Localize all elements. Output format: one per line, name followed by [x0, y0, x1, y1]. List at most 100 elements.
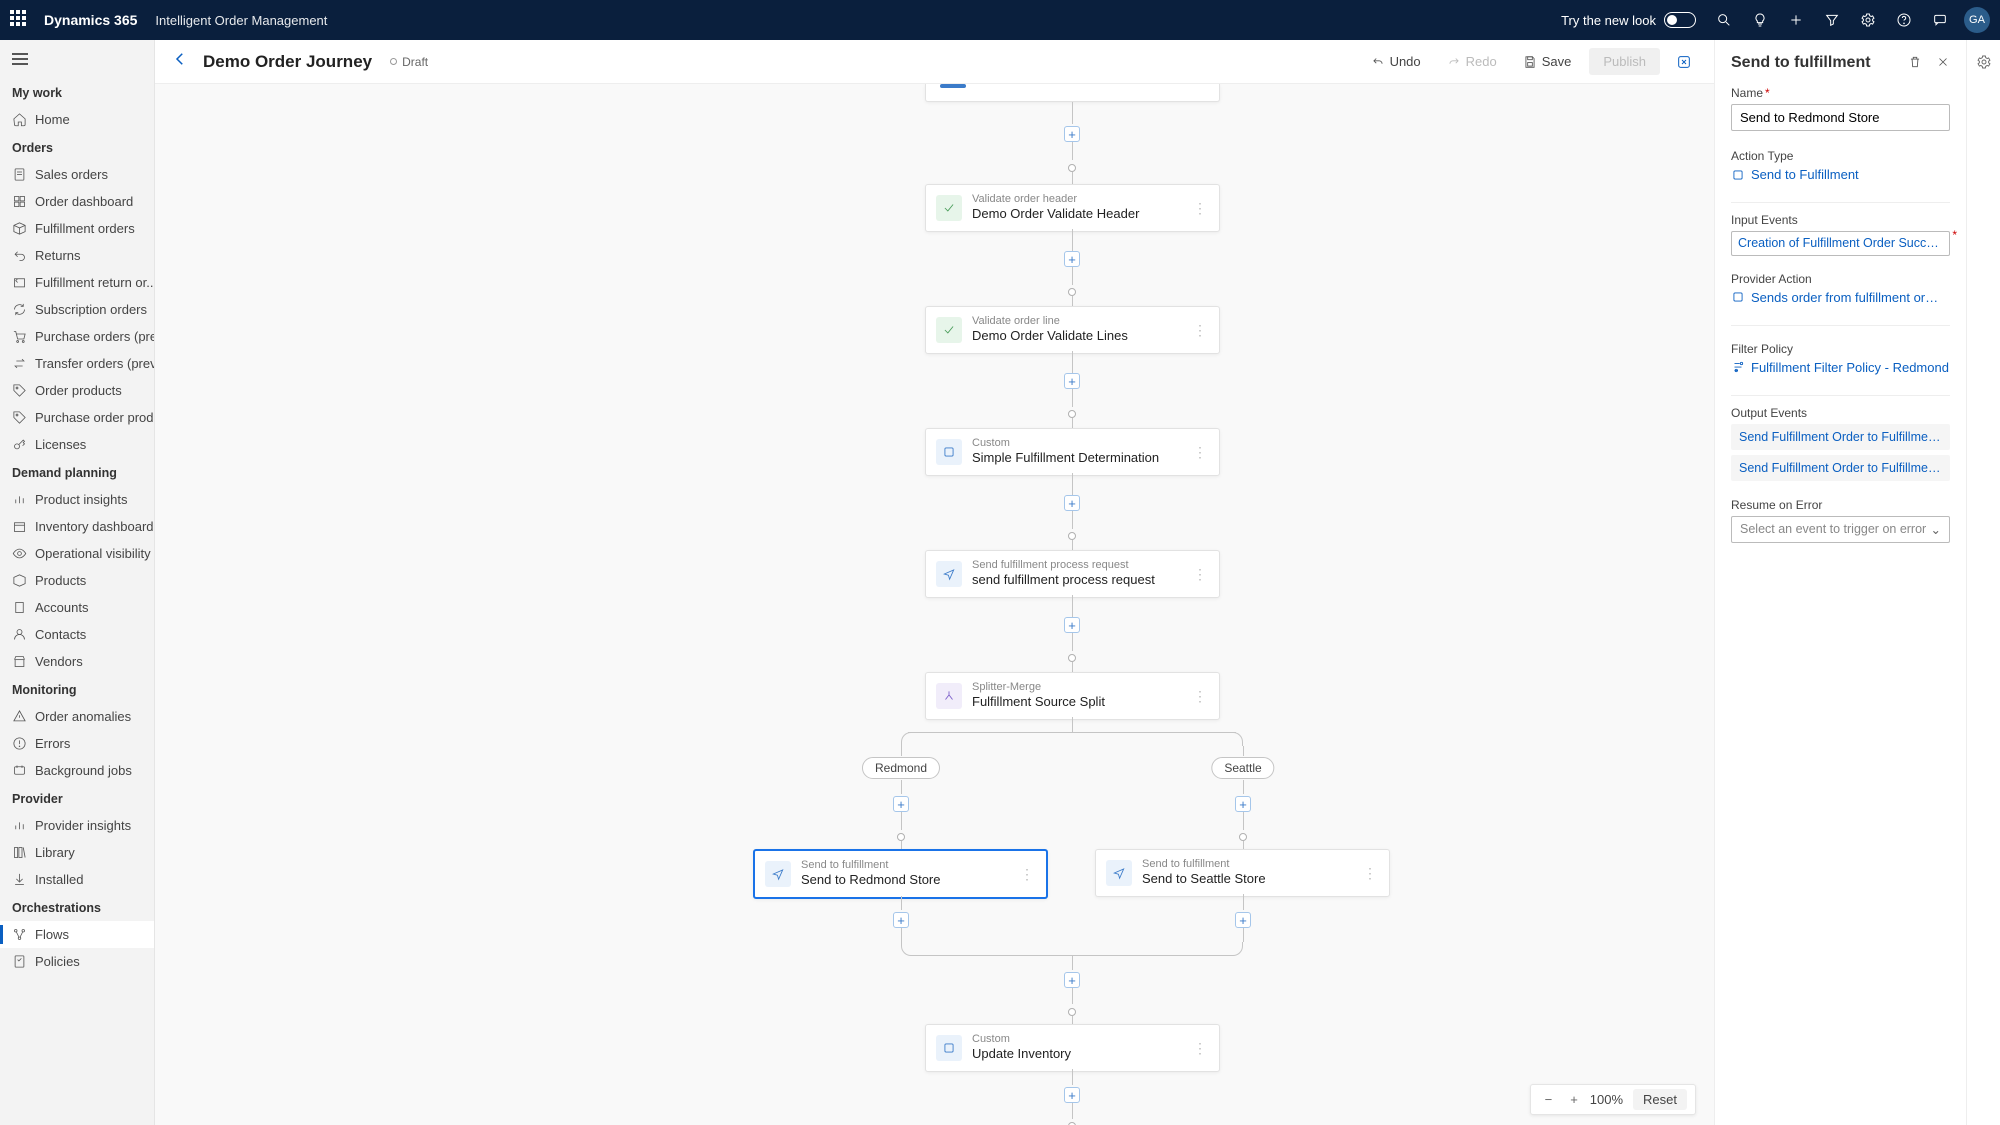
- sidebar-item-installed[interactable]: Installed: [0, 866, 154, 893]
- node-more-icon[interactable]: ⋮: [1191, 444, 1209, 461]
- settings-icon[interactable]: [1850, 0, 1886, 40]
- provider-action-label: Provider Action: [1731, 272, 1950, 286]
- flow-node-send-redmond[interactable]: Send to fulfillmentSend to Redmond Store…: [753, 849, 1048, 899]
- flow-node-partial-top[interactable]: [925, 84, 1220, 102]
- add-step-button[interactable]: +: [1064, 373, 1080, 389]
- add-step-button[interactable]: +: [893, 912, 909, 928]
- output-event-1[interactable]: Send Fulfillment Order to Fulfillment ..…: [1731, 424, 1950, 450]
- sidebar-item-backgroundjobs[interactable]: Background jobs: [0, 757, 154, 784]
- sidebar-item-contacts[interactable]: Contacts: [0, 621, 154, 648]
- sidebar-item-salesorders[interactable]: Sales orders: [0, 161, 154, 188]
- add-step-button[interactable]: +: [1064, 251, 1080, 267]
- node-more-icon[interactable]: ⋮: [1191, 688, 1209, 705]
- sidebar-item-subscription[interactable]: Subscription orders: [0, 296, 154, 323]
- try-new-look-label: Try the new look: [1561, 13, 1656, 28]
- sidebar-item-transferorders[interactable]: Transfer orders (previ...: [0, 350, 154, 377]
- copilot-button[interactable]: [1670, 48, 1698, 76]
- add-step-button[interactable]: +: [1235, 796, 1251, 812]
- sidebar-item-anomalies[interactable]: Order anomalies: [0, 703, 154, 730]
- node-more-icon[interactable]: ⋮: [1191, 200, 1209, 217]
- flow-node-update-inventory[interactable]: CustomUpdate Inventory ⋮: [925, 1024, 1220, 1072]
- filter-policy-link[interactable]: Fulfillment Filter Policy - Redmond: [1731, 360, 1950, 375]
- add-step-button[interactable]: +: [893, 796, 909, 812]
- name-label: Name*: [1731, 86, 1950, 100]
- sidebar-item-purchaseorders[interactable]: Purchase orders (pre...: [0, 323, 154, 350]
- close-button[interactable]: [1936, 55, 1950, 72]
- input-event-chip[interactable]: Creation of Fulfillment Order Succeed...…: [1738, 236, 1943, 251]
- help-icon[interactable]: [1886, 0, 1922, 40]
- sidebar-item-library[interactable]: Library: [0, 839, 154, 866]
- zoom-in-button[interactable]: +: [1564, 1090, 1584, 1109]
- node-more-icon[interactable]: ⋮: [1191, 566, 1209, 583]
- add-step-button[interactable]: +: [1064, 1087, 1080, 1103]
- sidebar-item-policies[interactable]: Policies: [0, 948, 154, 975]
- save-button[interactable]: Save: [1515, 49, 1580, 74]
- sidebar-item-productinsights[interactable]: Product insights: [0, 486, 154, 513]
- sidebar-group-monitoring: Monitoring: [0, 675, 154, 703]
- redo-button[interactable]: Redo: [1439, 49, 1505, 74]
- undo-button[interactable]: Undo: [1363, 49, 1429, 74]
- send-fulfill-icon: [765, 861, 791, 887]
- flow-node-custom-determination[interactable]: CustomSimple Fulfillment Determination ⋮: [925, 428, 1220, 476]
- sidebar-item-vendors[interactable]: Vendors: [0, 648, 154, 675]
- node-more-icon[interactable]: ⋮: [1018, 866, 1036, 883]
- sidebar-item-accounts[interactable]: Accounts: [0, 594, 154, 621]
- action-type-link[interactable]: Send to Fulfillment: [1731, 167, 1950, 182]
- publish-button[interactable]: Publish: [1589, 48, 1660, 75]
- user-avatar[interactable]: GA: [1964, 7, 1990, 33]
- flow-node-splitter[interactable]: Splitter-MergeFulfillment Source Split ⋮: [925, 672, 1220, 720]
- lightbulb-icon[interactable]: [1742, 0, 1778, 40]
- node-more-icon[interactable]: ⋮: [1191, 322, 1209, 339]
- zoom-out-button[interactable]: −: [1539, 1090, 1559, 1109]
- branch-label-left[interactable]: Redmond: [862, 757, 940, 779]
- sidebar-item-flows[interactable]: Flows: [0, 921, 154, 948]
- input-events-field[interactable]: Creation of Fulfillment Order Succeed...…: [1731, 231, 1950, 256]
- sidebar-item-providerinsights[interactable]: Provider insights: [0, 812, 154, 839]
- sidebar-item-opvisibility[interactable]: Operational visibility ...: [0, 540, 154, 567]
- sidebar-item-purchaseorderprod[interactable]: Purchase order prod...: [0, 404, 154, 431]
- inventory-icon: [12, 519, 27, 534]
- add-step-button[interactable]: +: [1064, 495, 1080, 511]
- connector-dot: [1068, 410, 1076, 418]
- resume-select[interactable]: Select an event to trigger on error ⌄: [1731, 516, 1950, 543]
- flow-node-validate-header[interactable]: Validate order headerDemo Order Validate…: [925, 184, 1220, 232]
- flow-canvas[interactable]: + Validate order headerDemo Order Valida…: [155, 84, 1714, 1125]
- sidebar-group-orders: Orders: [0, 133, 154, 161]
- connector-dot: [1068, 1008, 1076, 1016]
- output-event-2[interactable]: Send Fulfillment Order to Fulfillment ..…: [1731, 455, 1950, 481]
- sidebar-item-returns[interactable]: Returns: [0, 242, 154, 269]
- provider-action-link[interactable]: Sends order from fulfillment order to de…: [1731, 290, 1950, 305]
- sidebar-collapse-button[interactable]: [0, 40, 154, 78]
- sidebar-item-fulfillmentreturn[interactable]: Fulfillment return or...: [0, 269, 154, 296]
- sidebar-item-products[interactable]: Products: [0, 567, 154, 594]
- flow-node-send-fulfill-request[interactable]: Send fulfillment process requestsend ful…: [925, 550, 1220, 598]
- node-more-icon[interactable]: ⋮: [1361, 865, 1379, 882]
- delete-button[interactable]: [1908, 55, 1922, 72]
- settings-rail-icon[interactable]: [1972, 50, 1996, 79]
- search-icon[interactable]: [1706, 0, 1742, 40]
- add-step-button[interactable]: +: [1235, 912, 1251, 928]
- sidebar-item-fulfillmentorders[interactable]: Fulfillment orders: [0, 215, 154, 242]
- zoom-reset-button[interactable]: Reset: [1633, 1089, 1687, 1110]
- sidebar-item-orderdashboard[interactable]: Order dashboard: [0, 188, 154, 215]
- add-step-button[interactable]: +: [1064, 617, 1080, 633]
- try-new-look-toggle[interactable]: Try the new look: [1561, 12, 1696, 28]
- filter-icon[interactable]: [1814, 0, 1850, 40]
- name-input[interactable]: [1731, 104, 1950, 131]
- sidebar-item-errors[interactable]: Errors: [0, 730, 154, 757]
- app-launcher-icon[interactable]: [10, 10, 30, 30]
- sidebar-item-home[interactable]: Home: [0, 106, 154, 133]
- sidebar-item-orderproducts[interactable]: Order products: [0, 377, 154, 404]
- back-button[interactable]: [171, 50, 193, 73]
- add-step-button[interactable]: +: [1064, 126, 1080, 142]
- flow-node-validate-lines[interactable]: Validate order lineDemo Order Validate L…: [925, 306, 1220, 354]
- flow-node-send-seattle[interactable]: Send to fulfillmentSend to Seattle Store…: [1095, 849, 1390, 897]
- branch-label-right[interactable]: Seattle: [1211, 757, 1274, 779]
- add-icon[interactable]: [1778, 0, 1814, 40]
- building-icon: [12, 600, 27, 615]
- add-step-button[interactable]: +: [1064, 972, 1080, 988]
- chat-icon[interactable]: [1922, 0, 1958, 40]
- sidebar-item-licenses[interactable]: Licenses: [0, 431, 154, 458]
- node-more-icon[interactable]: ⋮: [1191, 1040, 1209, 1057]
- sidebar-item-inventorydash[interactable]: Inventory dashboard: [0, 513, 154, 540]
